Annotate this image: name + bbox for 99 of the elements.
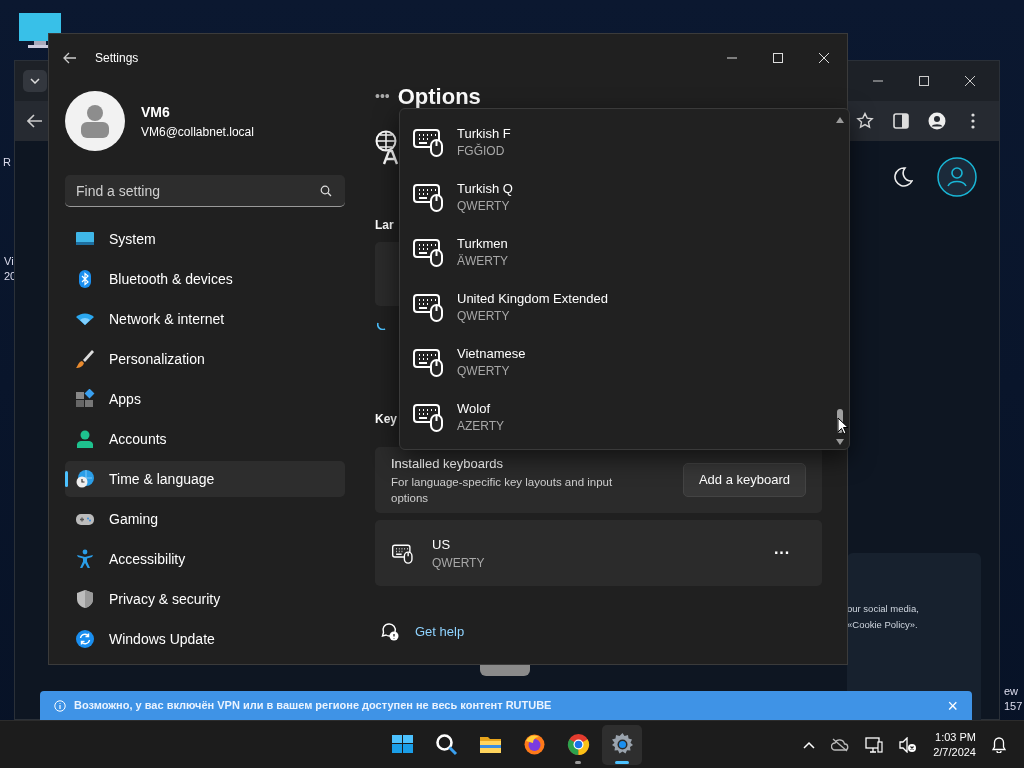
gear-icon <box>609 732 635 757</box>
paintbrush-icon <box>75 349 95 369</box>
page-heading: Options <box>397 83 481 108</box>
close-icon <box>963 75 977 87</box>
maximize-icon <box>917 75 931 87</box>
keyboard-name: Vietnamese <box>457 344 526 363</box>
user-name: VM6 <box>141 102 171 122</box>
volume-muted-icon[interactable] <box>899 736 918 753</box>
nav-item[interactable]: Gaming <box>65 501 345 537</box>
scroll-up-button[interactable] <box>836 117 844 123</box>
taskbar-app[interactable] <box>602 724 642 765</box>
chrome-icon <box>565 732 591 757</box>
more-options-button[interactable]: ··· <box>766 539 798 567</box>
network-icon[interactable] <box>865 736 884 753</box>
banner-text: Возможно, у вас включён VPN или в вашем регионе доступен не весь контент RUTUBE <box>74 698 553 714</box>
section-label: Key <box>375 411 397 428</box>
firefox-icon <box>521 732 547 757</box>
help-link[interactable]: Get help <box>415 622 465 642</box>
keyboard-name: Turkmen <box>457 234 509 253</box>
keyboard-mouse-icon <box>413 126 445 157</box>
keyboard-mouse-icon <box>413 346 445 377</box>
user-icon[interactable] <box>937 157 977 197</box>
add-keyboard-button[interactable]: Add a keyboard <box>682 463 806 497</box>
setting-title: Installed keyboards <box>391 455 504 474</box>
keyboard-mouse-icon <box>392 542 414 564</box>
bell-icon[interactable] <box>992 736 1006 753</box>
search-field[interactable]: Find a setting <box>65 175 345 207</box>
nav-item[interactable]: Time & language <box>65 461 345 497</box>
cookie-notice-text: «Cookie Policy». <box>847 618 919 632</box>
globe-clock-icon <box>75 469 95 489</box>
person-icon <box>75 429 95 449</box>
keyboard-layout: AZERTY <box>457 417 505 434</box>
keyboard-layout: QWERTY <box>457 307 511 324</box>
moon-icon[interactable] <box>893 167 913 187</box>
nav-item[interactable]: Bluetooth & devices <box>65 261 345 297</box>
keyboard-layout: FGĞIOD <box>457 142 506 159</box>
dropdown-item[interactable]: Turkish F FGĞIOD <box>413 114 833 169</box>
sidebar-icon[interactable] <box>892 112 910 130</box>
user-email: VM6@collabnet.local <box>141 123 254 141</box>
star-icon[interactable] <box>856 112 874 130</box>
nav-item[interactable]: Accounts <box>65 421 345 457</box>
desktop-icon-label: R <box>3 157 11 168</box>
dropdown-item[interactable]: United Kingdom Extended QWERTY <box>413 279 833 334</box>
nav-item[interactable]: Privacy & security <box>65 581 345 617</box>
refresh-icon <box>75 629 95 649</box>
tab-list-button[interactable] <box>23 70 47 92</box>
cloud-off-icon[interactable] <box>831 737 850 752</box>
dropdown-item[interactable]: Vietnamese QWERTY <box>413 334 833 389</box>
mouse-cursor-icon <box>837 417 849 435</box>
shield-icon <box>75 589 95 609</box>
back-arrow-icon[interactable] <box>27 114 43 128</box>
nav-item[interactable]: Apps <box>65 381 345 417</box>
section-label: Lar <box>375 217 394 234</box>
keyboard-name: Turkish Q <box>457 179 513 198</box>
back-arrow-icon[interactable] <box>63 52 77 64</box>
nav-item[interactable]: Network & internet <box>65 301 345 337</box>
keyboard-layout: QWERTY <box>457 197 511 214</box>
keyboard-mouse-icon <box>413 181 445 212</box>
nav-item[interactable]: System <box>65 221 345 257</box>
dropdown-item[interactable]: Turkish Q QWERTY <box>413 169 833 224</box>
accessibility-icon <box>75 549 95 569</box>
dropdown-item[interactable]: Turkmen ÄWERTY <box>413 224 833 279</box>
maximize-icon <box>771 52 785 64</box>
desktop-icon-label: ew <box>1004 686 1019 697</box>
desktop-icon-label: 157 <box>1004 701 1023 712</box>
info-icon <box>54 699 66 712</box>
breadcrumb-ellipsis[interactable]: ••• <box>375 85 390 107</box>
keyboard-name: Wolof <box>457 399 491 418</box>
avatar <box>65 91 125 151</box>
chevron-up-icon[interactable] <box>803 740 816 749</box>
nav-item[interactable]: Personalization <box>65 341 345 377</box>
search-icon <box>320 185 332 197</box>
clock[interactable]: 1:03 PM 2/7/2024 <box>933 729 976 760</box>
nav-item[interactable]: Windows Update <box>65 621 345 657</box>
dropdown-item[interactable]: Wolof AZERTY <box>413 389 833 444</box>
desktop-icon-label: Vi <box>4 256 14 267</box>
keyboard-name: US <box>432 536 452 555</box>
monitor-icon <box>18 12 62 50</box>
keyboard-name: United Kingdom Extended <box>457 289 609 308</box>
keyboard-mouse-icon <box>413 236 445 267</box>
scroll-down-button[interactable] <box>836 439 844 445</box>
keyboard-item[interactable]: US QWERTY ··· <box>375 520 822 586</box>
nav-item[interactable]: Accessibility <box>65 541 345 577</box>
keyboard-name: Turkish F <box>457 124 511 143</box>
chevron-down-icon <box>30 78 40 84</box>
cookie-notice-text: our social media, <box>847 602 920 616</box>
close-icon <box>817 52 831 64</box>
profile-icon[interactable] <box>928 112 946 130</box>
keyboard-mouse-icon <box>413 291 445 322</box>
loading-icon <box>377 320 387 330</box>
keyboard-layout: ÄWERTY <box>457 252 509 269</box>
keyboard-layout: QWERTY <box>432 554 486 571</box>
search-icon <box>433 732 459 757</box>
window-title: Settings <box>95 50 140 67</box>
help-chat-icon <box>381 622 399 641</box>
keyboard-layout: QWERTY <box>457 362 511 379</box>
keyboard-mouse-icon <box>413 401 445 432</box>
apps-icon <box>75 389 95 409</box>
setting-description: For language-specific key layouts and input options <box>391 474 614 506</box>
